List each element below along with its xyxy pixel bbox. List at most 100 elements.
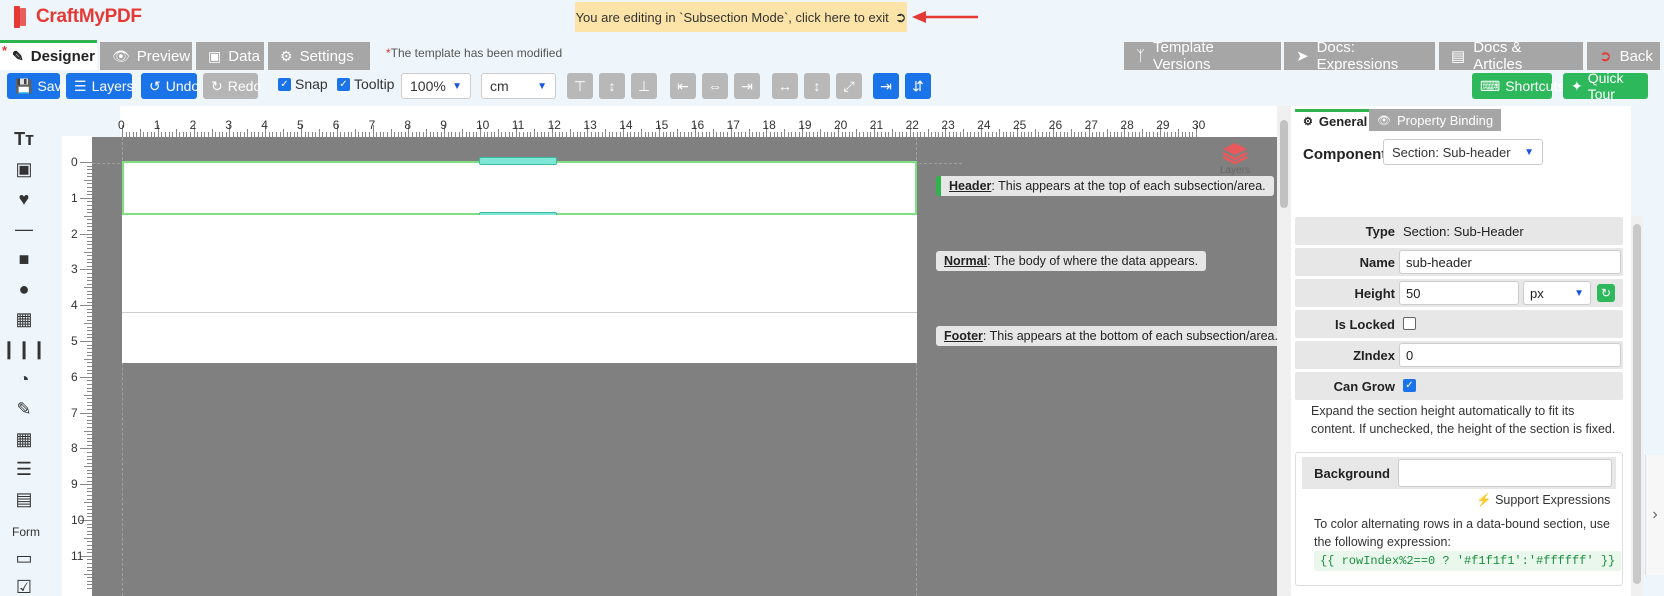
ruler-minor-tick bbox=[533, 129, 535, 137]
tab-preview[interactable]: 👁 Preview bbox=[100, 42, 192, 70]
same-height-button[interactable]: ↕ bbox=[804, 73, 830, 99]
ruler-major-tick bbox=[80, 376, 92, 378]
subheader-section[interactable] bbox=[122, 161, 917, 215]
ruler-minor-tick bbox=[211, 129, 213, 137]
align-center-button[interactable]: ⇔ bbox=[702, 73, 728, 99]
textbox-icon[interactable]: ▭ bbox=[11, 545, 37, 571]
snap-checkbox[interactable]: ✓ Snap bbox=[278, 76, 328, 92]
distribute-vertical-button[interactable]: ⇵ bbox=[905, 73, 931, 99]
undo-icon: ↺ bbox=[149, 77, 161, 94]
rectangle-icon[interactable]: ■ bbox=[11, 246, 37, 272]
redo-button[interactable]: ↻ Redo bbox=[203, 73, 261, 99]
is-locked-checkbox[interactable] bbox=[1403, 317, 1416, 330]
ruler-minor-tick bbox=[462, 129, 464, 137]
reset-height-button[interactable]: ↻ bbox=[1597, 284, 1615, 302]
ruler-minor-tick bbox=[318, 129, 320, 137]
tab-designer[interactable]: * ✎ Designer bbox=[0, 40, 97, 70]
book-icon: ▤ bbox=[1451, 48, 1466, 65]
line-icon[interactable]: — bbox=[11, 216, 37, 242]
layers-floating-button[interactable]: Layers bbox=[1212, 141, 1258, 181]
shortcuts-button[interactable]: ⌨ Shortcuts bbox=[1472, 73, 1564, 99]
scrollbar-thumb[interactable] bbox=[1280, 120, 1288, 208]
ruler-minor-tick bbox=[784, 129, 786, 137]
height-input[interactable]: 50 bbox=[1399, 281, 1519, 305]
qrcode-icon[interactable]: ▦ bbox=[11, 306, 37, 332]
ruler-minor-tick bbox=[712, 129, 714, 137]
ruler-number: 4 bbox=[71, 298, 78, 313]
component-select[interactable]: Section: Sub-header ▼ bbox=[1383, 139, 1543, 165]
align-bottom-button[interactable]: ⊥ bbox=[631, 73, 657, 99]
subsection-mode-banner[interactable]: You are editing in `Subsection Mode`, cl… bbox=[575, 2, 907, 32]
tooltip-checkbox[interactable]: ✓ Tooltip bbox=[337, 76, 394, 92]
image-icon[interactable]: ▣ bbox=[11, 156, 37, 182]
docs-expressions-button[interactable]: ➤ Docs: Expressions bbox=[1284, 39, 1435, 73]
list-icon[interactable]: ☰ bbox=[11, 456, 37, 482]
support-expressions-link[interactable]: ⚡ Support Expressions bbox=[1476, 493, 1610, 508]
eye-icon: 👁 bbox=[112, 47, 130, 64]
text-icon[interactable]: Tᴛ bbox=[11, 126, 37, 152]
ruler-number: 8 bbox=[71, 441, 78, 456]
align-right-icon: ⇥ bbox=[741, 77, 753, 94]
tab-settings[interactable]: ⚙ Settings bbox=[268, 42, 370, 70]
align-top-button[interactable]: ⊤ bbox=[567, 73, 593, 99]
chevron-right-icon: › bbox=[1652, 506, 1658, 523]
canvas-scrollbar[interactable] bbox=[1277, 106, 1291, 596]
distribute-horizontal-button[interactable]: ⇥ bbox=[873, 73, 899, 99]
scrollbar-thumb[interactable] bbox=[1633, 224, 1641, 584]
footer-section[interactable] bbox=[122, 313, 917, 363]
checkbox-icon[interactable]: ☑ bbox=[11, 574, 37, 596]
name-input[interactable]: sub-header bbox=[1399, 250, 1621, 274]
chart-icon[interactable]: ◔ bbox=[11, 366, 37, 392]
barcode-icon[interactable]: ❙❙❙ bbox=[1, 336, 46, 362]
ruler-number: 24 bbox=[977, 118, 991, 132]
design-canvas[interactable]: Header: This appears at the top of each … bbox=[92, 137, 1277, 596]
name-row: Name sub-header bbox=[1295, 248, 1623, 276]
modified-star-icon: * bbox=[2, 43, 8, 58]
layers-button[interactable]: ☰ Layers bbox=[66, 73, 134, 99]
ruler-minor-tick bbox=[748, 129, 750, 137]
align-top-icon: ⊤ bbox=[573, 77, 587, 94]
ruler-minor-tick bbox=[1034, 129, 1036, 137]
tab-general[interactable]: ⚙ General bbox=[1295, 109, 1376, 131]
normal-section[interactable] bbox=[122, 215, 917, 313]
save-button[interactable]: 💾 Save bbox=[7, 73, 69, 99]
ruler-minor-tick bbox=[1142, 129, 1144, 137]
collapse-panel-button[interactable]: › bbox=[1645, 455, 1664, 575]
container-icon[interactable]: ▤ bbox=[11, 486, 37, 512]
quick-tour-button[interactable]: ✦ Quick Tour bbox=[1563, 70, 1648, 102]
back-button[interactable]: ➲ Back bbox=[1587, 42, 1660, 70]
can-grow-checkbox[interactable]: ✓ bbox=[1403, 379, 1416, 392]
height-arrows-icon: ↕ bbox=[813, 78, 821, 94]
tab-property-binding[interactable]: 👁 Property Binding bbox=[1369, 109, 1502, 131]
type-row: Type Section: Sub-Header bbox=[1295, 217, 1623, 245]
logo[interactable]: CraftMyPDF bbox=[12, 2, 142, 32]
ruler-number: 5 bbox=[71, 334, 78, 348]
docs-articles-button[interactable]: ▤ Docs & Articles bbox=[1439, 39, 1583, 73]
zoom-select[interactable]: 100% ▼ bbox=[401, 73, 471, 99]
ruler-number: 1 bbox=[71, 190, 78, 205]
zindex-input[interactable]: 0 bbox=[1399, 343, 1621, 367]
same-width-button[interactable]: ↔ bbox=[772, 73, 798, 99]
layers-icon: ☰ bbox=[74, 77, 87, 94]
rich-text-icon[interactable]: ✎ bbox=[11, 396, 37, 422]
align-left-button[interactable]: ⇤ bbox=[670, 73, 696, 99]
panel-scrollbar[interactable] bbox=[1631, 216, 1643, 596]
align-right-button[interactable]: ⇥ bbox=[734, 73, 760, 99]
ruler-number: 30 bbox=[1192, 118, 1206, 132]
height-unit-select[interactable]: px ▼ bbox=[1523, 281, 1591, 305]
heart-icon[interactable]: ♥ bbox=[11, 186, 37, 212]
undo-button[interactable]: ↺ Undo bbox=[141, 73, 199, 99]
same-size-button[interactable]: ⤢ bbox=[836, 73, 862, 99]
template-versions-button[interactable]: ᛉ Template Versions bbox=[1124, 39, 1281, 73]
align-bottom-icon: ⊥ bbox=[637, 77, 651, 94]
distribute-vertical-icon: ⇵ bbox=[912, 77, 924, 94]
ruler-number: 6 bbox=[71, 369, 78, 384]
tab-data[interactable]: ▣ Data bbox=[196, 42, 264, 70]
circle-icon[interactable]: ● bbox=[11, 276, 37, 302]
align-middle-button[interactable]: ↕ bbox=[599, 73, 625, 99]
ruler-number: 13 bbox=[583, 118, 597, 132]
unit-select[interactable]: cm ▼ bbox=[481, 73, 556, 99]
resize-handle-top[interactable] bbox=[479, 157, 557, 165]
table-icon[interactable]: ▦ bbox=[11, 426, 37, 452]
background-input[interactable] bbox=[1398, 459, 1612, 487]
